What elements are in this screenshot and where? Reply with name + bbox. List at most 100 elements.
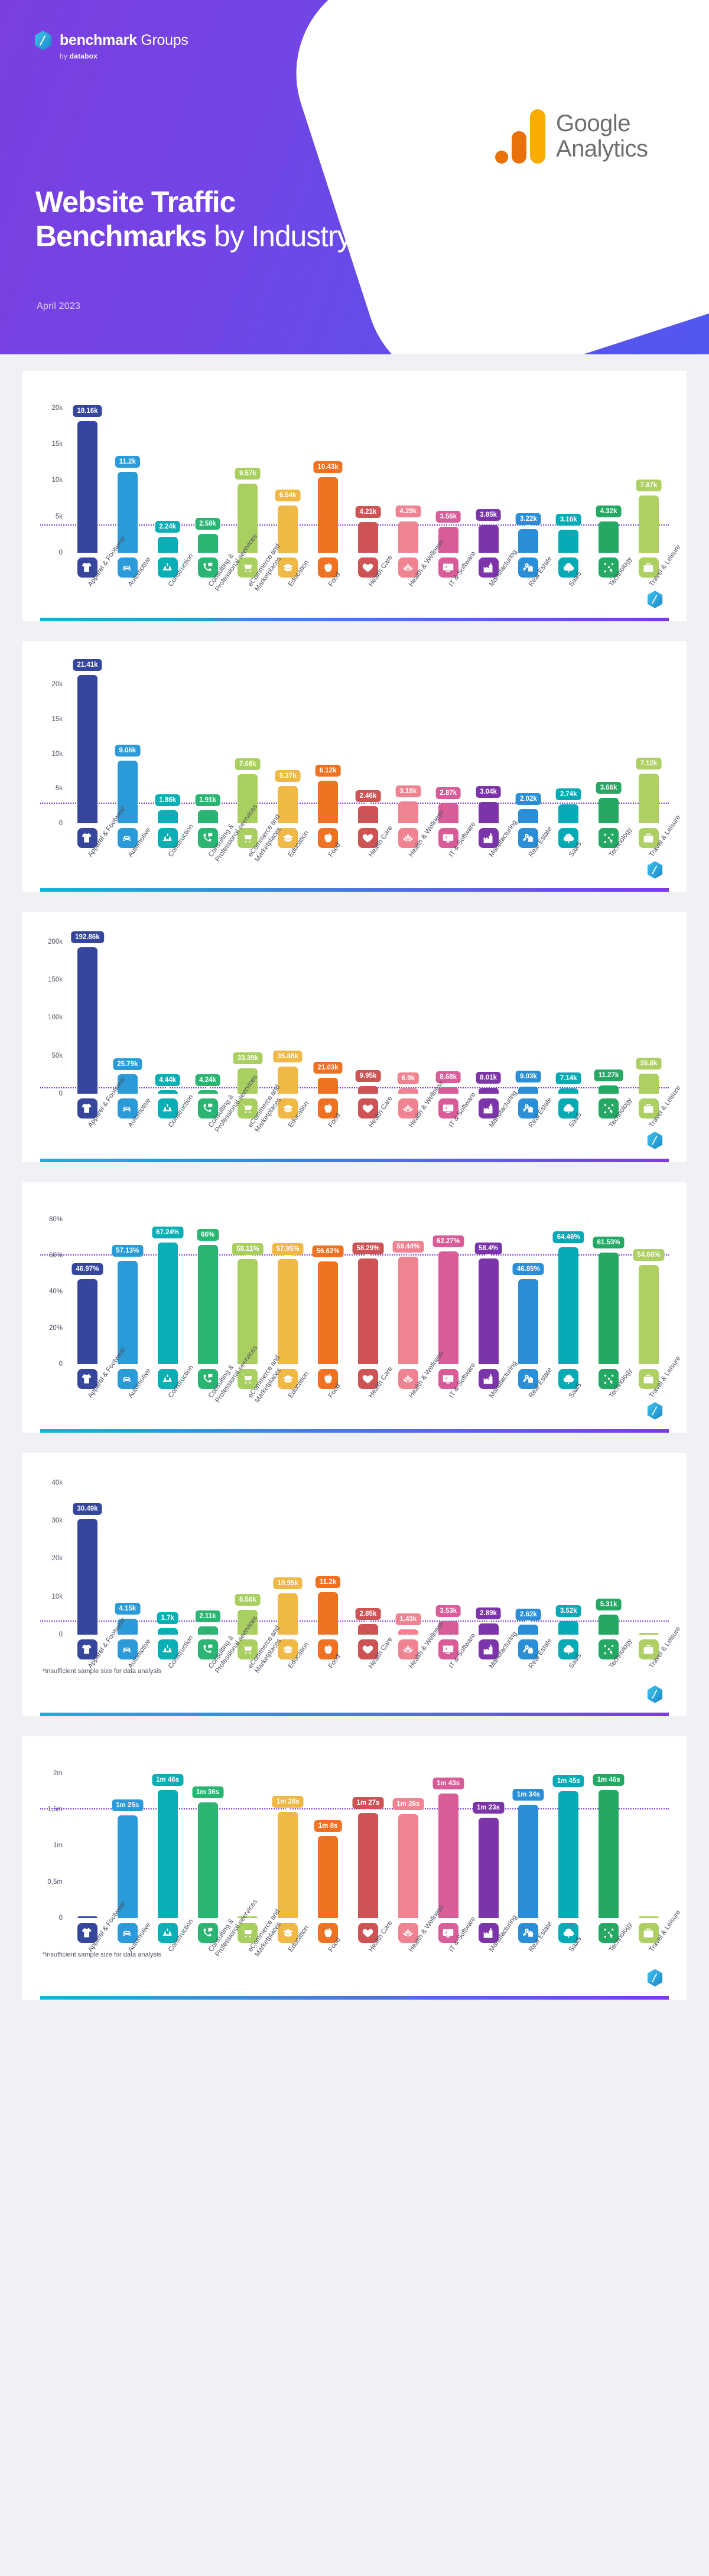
bar-column[interactable]: 11.2k: [108, 393, 148, 553]
bar[interactable]: 2.85k: [355, 1607, 381, 1635]
bar-column[interactable]: 18.16k: [67, 393, 108, 553]
bar-column[interactable]: 9.95k: [348, 934, 388, 1094]
bar-column[interactable]: 57.13%: [108, 1205, 148, 1364]
bar-column[interactable]: 7.14k: [548, 934, 588, 1094]
bar[interactable]: 62.27%: [432, 1235, 464, 1364]
bar-column[interactable]: 21.41k: [67, 658, 108, 823]
bar[interactable]: 2.74k: [555, 788, 581, 823]
bar[interactable]: 9.03k: [515, 1071, 541, 1094]
bar[interactable]: 46.85%: [512, 1263, 544, 1364]
bar[interactable]: 1m 36s: [191, 1786, 224, 1918]
bar-column[interactable]: 25.79k: [108, 934, 148, 1094]
bar-column[interactable]: 59.44%: [388, 1205, 428, 1364]
bar[interactable]: 6.12k: [315, 765, 341, 823]
bar-column[interactable]: 6.9k: [388, 934, 428, 1094]
bar-column[interactable]: 62.27%: [428, 1205, 469, 1364]
bar[interactable]: 1.7k: [157, 1612, 178, 1635]
bar[interactable]: 30.49k: [73, 1503, 102, 1635]
bar[interactable]: [638, 1916, 659, 1918]
bar[interactable]: 2.58k: [195, 518, 220, 553]
bar[interactable]: 61.53%: [593, 1237, 625, 1364]
bar[interactable]: 3.18k: [395, 785, 421, 823]
bar-column[interactable]: 2.24k: [148, 393, 188, 553]
bar[interactable]: 1m 43s: [432, 1778, 464, 1918]
bar-column[interactable]: 1m 43s: [428, 1759, 469, 1918]
bar[interactable]: 57.95%: [272, 1243, 304, 1364]
bar-column[interactable]: 57.95%: [268, 1205, 308, 1364]
bar-column[interactable]: 2.02k: [508, 664, 548, 823]
bar-column[interactable]: 1m 46s: [148, 1759, 188, 1918]
bar-column[interactable]: 4.24k: [188, 934, 228, 1094]
bar-column[interactable]: 1m 8s: [308, 1759, 348, 1918]
bar-column[interactable]: 7.87k: [629, 393, 669, 553]
bar-column[interactable]: 5.37k: [268, 664, 308, 823]
bar-column[interactable]: 1m 25s: [108, 1759, 148, 1918]
bar-column[interactable]: 4.15k: [108, 1475, 148, 1635]
bar[interactable]: 1m 8s: [314, 1819, 342, 1918]
bar[interactable]: 46.97%: [71, 1263, 103, 1364]
bar-column[interactable]: 6.12k: [308, 664, 348, 823]
bar-column[interactable]: 2.87k: [428, 664, 469, 823]
bar-column[interactable]: 58.4%: [469, 1205, 509, 1364]
bar[interactable]: 2.62k: [515, 1609, 541, 1635]
bar[interactable]: 1.43k: [395, 1613, 421, 1635]
bar-column[interactable]: 46.97%: [67, 1205, 108, 1364]
bar[interactable]: 1m 45s: [552, 1775, 584, 1918]
bar[interactable]: 11.27k: [594, 1069, 623, 1094]
bar-column[interactable]: 7.12k: [629, 664, 669, 823]
bar-column[interactable]: 1.7k: [148, 1475, 188, 1635]
bar-column[interactable]: 30.49k: [67, 1475, 108, 1635]
bar-column[interactable]: 1m 27s: [348, 1759, 388, 1918]
bar[interactable]: [638, 1633, 659, 1635]
bar[interactable]: 64.46%: [552, 1231, 584, 1364]
bar[interactable]: 4.32k: [596, 505, 622, 553]
bar-column[interactable]: 1m 34s: [508, 1759, 548, 1918]
bar[interactable]: 18.16k: [73, 405, 102, 553]
bar[interactable]: 4.24k: [195, 1074, 220, 1094]
bar-column[interactable]: 4.21k: [348, 393, 388, 553]
bar[interactable]: 3.16k: [555, 514, 581, 553]
bar[interactable]: 58.4%: [474, 1242, 502, 1364]
bar[interactable]: [77, 1916, 97, 1918]
bar-column[interactable]: 3.16k: [548, 393, 588, 553]
bar-column[interactable]: 4.32k: [588, 393, 629, 553]
bar-column[interactable]: 2.11k: [188, 1475, 228, 1635]
bar[interactable]: 2.02k: [515, 793, 541, 823]
bar[interactable]: 2.24k: [155, 520, 181, 553]
bar-column[interactable]: 26.8k: [629, 934, 669, 1094]
bar[interactable]: 1m 46s: [593, 1774, 625, 1918]
bar[interactable]: 1m 27s: [352, 1797, 384, 1918]
bar[interactable]: 10.43k: [313, 461, 343, 553]
bar-column[interactable]: 4.44k: [148, 934, 188, 1094]
bar-column[interactable]: 2.62k: [508, 1475, 548, 1635]
bar-column[interactable]: 1.43k: [388, 1475, 428, 1635]
bar[interactable]: 192.86k: [71, 931, 104, 1094]
bar[interactable]: 56.62%: [312, 1245, 344, 1364]
bar[interactable]: 8.01k: [476, 1071, 501, 1094]
bar-column[interactable]: [629, 1475, 669, 1635]
bar-column[interactable]: 2.89k: [469, 1475, 509, 1635]
bar[interactable]: 1m 46s: [152, 1774, 184, 1918]
bar-column[interactable]: 67.24%: [148, 1205, 188, 1364]
bar-column[interactable]: 2.46k: [348, 664, 388, 823]
bar-column[interactable]: 3.85k: [469, 393, 509, 553]
bar[interactable]: 9.95k: [355, 1070, 381, 1094]
bar-column[interactable]: [67, 1759, 108, 1918]
bar[interactable]: 4.21k: [355, 506, 381, 553]
bar[interactable]: 66%: [196, 1228, 219, 1364]
bar[interactable]: 21.41k: [73, 658, 102, 823]
bar-column[interactable]: 10.43k: [308, 393, 348, 553]
bar[interactable]: 1.91k: [195, 794, 220, 823]
bar-column[interactable]: 1m 23s: [469, 1759, 509, 1918]
bar[interactable]: 5.31k: [596, 1598, 622, 1635]
bar[interactable]: 1m 28s: [272, 1796, 304, 1918]
bar[interactable]: 11.2k: [316, 1576, 341, 1635]
bar[interactable]: 1m 26s: [392, 1798, 424, 1918]
bar-column[interactable]: [629, 1759, 669, 1918]
bar-column[interactable]: 46.85%: [508, 1205, 548, 1364]
bar-column[interactable]: 58.29%: [348, 1205, 388, 1364]
bar[interactable]: 1.86k: [155, 794, 181, 823]
bar-column[interactable]: 3.53k: [428, 1475, 469, 1635]
bar[interactable]: 4.44k: [155, 1074, 181, 1094]
bar[interactable]: 7.12k: [636, 758, 662, 823]
